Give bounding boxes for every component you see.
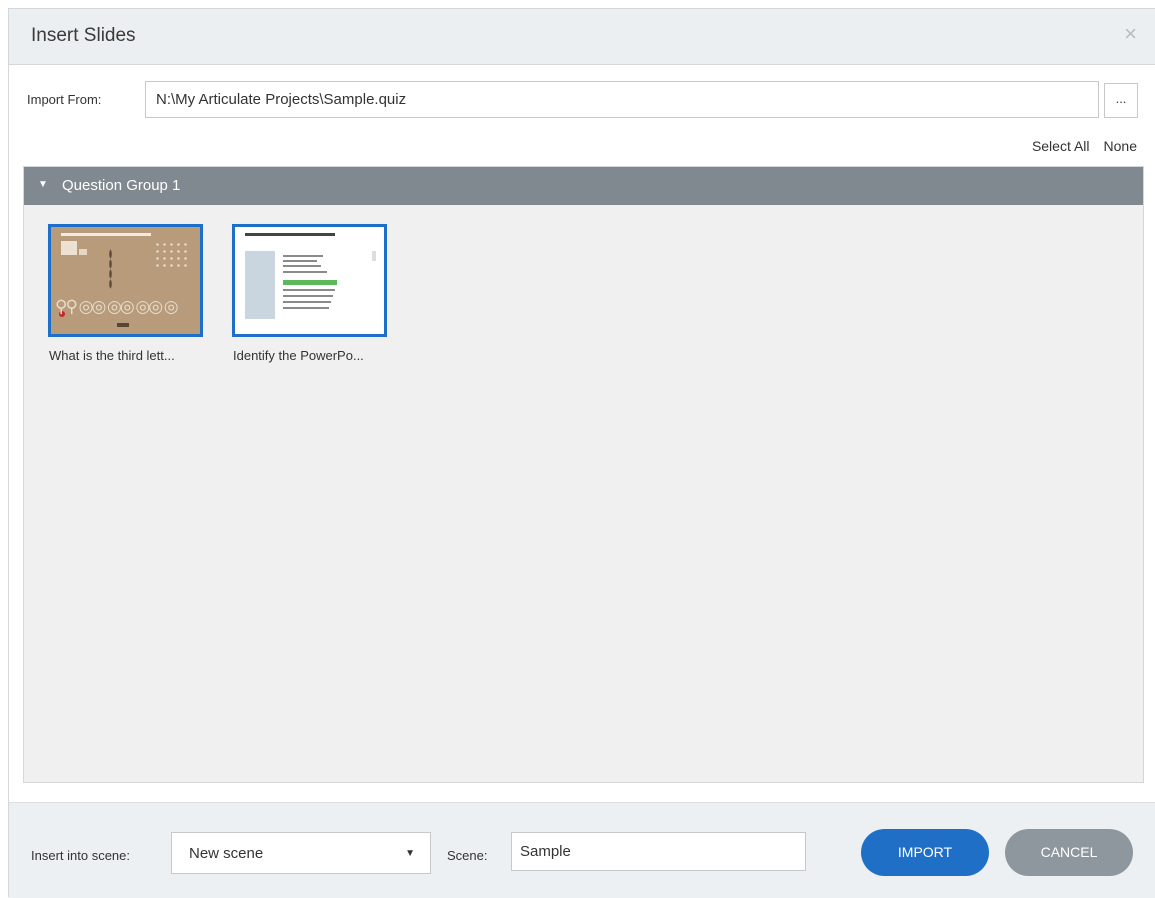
triangle-down-icon[interactable]: ▼ [38, 179, 48, 190]
slides-panel: ▼ Question Group 1 ⚲⚲ ◎◎ ◎◎ ◎◎ ◎ What is… [23, 166, 1144, 783]
close-icon[interactable]: × [1124, 23, 1137, 45]
select-all-link[interactable]: Select All [1032, 138, 1090, 154]
browse-button[interactable]: ... [1104, 83, 1138, 118]
insert-slides-dialog: Insert Slides × Import From: ... Select … [8, 8, 1155, 898]
slide-thumbnail-1[interactable]: ⚲⚲ ◎◎ ◎◎ ◎◎ ◎ [48, 224, 203, 337]
question-group-label: Question Group 1 [62, 177, 181, 194]
caret-down-icon: ▼ [405, 848, 415, 859]
slide-preview-image [235, 227, 384, 334]
import-path-input[interactable] [145, 81, 1099, 118]
dialog-title: Insert Slides [31, 25, 136, 46]
footer-bar: Insert into scene: New scene ▼ Scene: IM… [9, 802, 1155, 898]
slide-caption-2: Identify the PowerPo... [233, 348, 364, 363]
question-group-header[interactable]: ▼ Question Group 1 [24, 167, 1143, 205]
slide-preview-image: ⚲⚲ ◎◎ ◎◎ ◎◎ ◎ [51, 227, 200, 334]
import-button[interactable]: IMPORT [861, 829, 989, 876]
selection-links: Select All None [1018, 138, 1137, 154]
select-none-link[interactable]: None [1104, 138, 1137, 154]
insert-into-scene-label: Insert into scene: [31, 848, 130, 863]
scene-name-label: Scene: [447, 848, 488, 863]
scene-dropdown-value: New scene [189, 845, 264, 862]
scene-dropdown[interactable]: New scene ▼ [171, 832, 431, 874]
slide-thumbnail-2[interactable] [232, 224, 387, 337]
title-bar: Insert Slides × [9, 9, 1155, 65]
cancel-button[interactable]: CANCEL [1005, 829, 1133, 876]
scene-name-input[interactable] [511, 832, 806, 871]
slide-caption-1: What is the third lett... [49, 348, 175, 363]
import-from-label: Import From: [27, 92, 102, 107]
